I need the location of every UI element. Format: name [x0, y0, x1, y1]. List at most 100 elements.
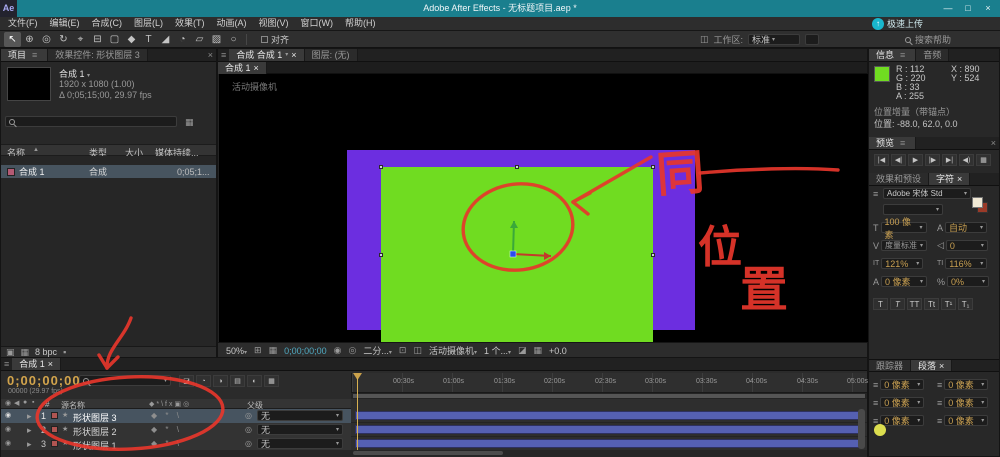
last-frame-button[interactable]: ▶|	[942, 154, 957, 166]
tsume-value[interactable]: 0%	[951, 277, 964, 287]
transparency-grid-icon[interactable]: ◫	[413, 345, 422, 356]
selection-handle[interactable]	[379, 253, 383, 257]
time-ruler[interactable]: 00:30s 01:00s 01:30s 02:00s 02:30s 03:00…	[351, 373, 867, 393]
kerning-control[interactable]: V 度量标准▾	[873, 240, 927, 251]
new-comp-icon[interactable]: ▦	[21, 347, 30, 358]
indent-right-control[interactable]: ≡ 0 像素▾	[937, 379, 988, 390]
font-style-select[interactable]: ▾	[883, 204, 943, 215]
parent-select[interactable]: 无 ▾	[257, 410, 343, 421]
tab-close-icon[interactable]: ×	[291, 49, 296, 61]
play-button[interactable]: ▶	[908, 154, 923, 166]
panel-menu-icon[interactable]: ≡	[218, 49, 229, 61]
snapshot-icon[interactable]: ◉	[334, 345, 342, 356]
snap-checkbox[interactable]	[261, 36, 268, 43]
project-search-input[interactable]	[5, 116, 177, 127]
new-folder-icon[interactable]: ▣	[6, 347, 15, 358]
puppet-pin-tool-icon[interactable]: ○	[225, 32, 242, 47]
project-row-comp1[interactable]: 合成 1 合成 0;05;1...	[1, 165, 216, 178]
character-menu-icon[interactable]: ≡	[873, 189, 878, 199]
text-tool-icon[interactable]: T	[140, 32, 157, 47]
tab-character[interactable]: 字符×	[929, 173, 970, 185]
comp-flowchart-icon[interactable]: ◪	[179, 375, 194, 387]
font-size-control[interactable]: T 100 像素▾	[873, 222, 927, 233]
faux-bold-button[interactable]: T	[873, 298, 888, 310]
orbit-camera-tool-icon[interactable]: ↻	[55, 32, 72, 47]
prev-frame-button[interactable]: ◀|	[891, 154, 906, 166]
minimize-button[interactable]: —	[938, 0, 958, 16]
selection-handle[interactable]	[651, 253, 655, 257]
small-caps-button[interactable]: Tt	[924, 298, 939, 310]
panel-close-icon[interactable]: ×	[988, 137, 999, 149]
parent-select[interactable]: 无 ▾	[257, 438, 343, 449]
track-camera-tool-icon[interactable]: ⌖	[72, 32, 89, 47]
layer-expand-icon[interactable]: ▸	[27, 439, 32, 450]
comp-name[interactable]: 合成 1	[59, 69, 85, 79]
subscript-button[interactable]: T₁	[958, 298, 973, 310]
brush-tool-icon[interactable]: ◢	[157, 32, 174, 47]
camera-select[interactable]: 活动摄像机▾	[429, 344, 477, 357]
panel-menu-icon[interactable]: ≡	[897, 49, 908, 61]
all-caps-button[interactable]: TT	[907, 298, 922, 310]
work-area-range[interactable]	[353, 394, 865, 398]
pan-behind-tool-icon[interactable]: ⊟	[89, 32, 106, 47]
tab-close-icon[interactable]: ×	[939, 360, 944, 372]
selection-handle[interactable]	[515, 165, 519, 169]
menu-effect[interactable]: 效果(T)	[169, 17, 211, 30]
pixel-aspect-icon[interactable]: ◪	[518, 345, 527, 356]
selection-tool-icon[interactable]: ↖	[4, 32, 21, 47]
playhead-line[interactable]	[357, 378, 358, 450]
tab-project[interactable]: 项目 ≡	[1, 49, 48, 61]
view-layout-select[interactable]: 1 个...▾	[484, 344, 511, 357]
tab-layer-viewer[interactable]: 图层: (无)	[305, 49, 358, 61]
menu-view[interactable]: 视图(V)	[253, 17, 295, 30]
tab-effect-controls[interactable]: 效果控件: 形状图层 3	[48, 49, 148, 61]
panel-menu-icon[interactable]: ≡	[897, 137, 908, 149]
tab-close-icon[interactable]: ×	[48, 358, 53, 370]
zoom-control[interactable]: 50%▾	[226, 346, 247, 356]
panel-menu-icon[interactable]: ≡	[29, 49, 40, 61]
workspace-extra-button[interactable]	[805, 34, 819, 45]
pen-tool-icon[interactable]: ◆	[123, 32, 140, 47]
panel-close-icon[interactable]: ×	[205, 49, 216, 61]
tab-timeline-comp1[interactable]: 合成 1 ×	[12, 358, 61, 370]
layer-visibility-toggle[interactable]: ◉	[5, 439, 11, 447]
clone-stamp-tool-icon[interactable]: ◔	[174, 32, 191, 47]
graph-editor-icon[interactable]: ▦	[264, 375, 279, 387]
baseline-shift-value[interactable]: 0 像素	[885, 275, 911, 288]
indent-left-control[interactable]: ≡ 0 像素▾	[873, 379, 924, 390]
menu-composition[interactable]: 合成(C)	[86, 17, 129, 30]
paragraph-extra-value[interactable]: 0 像素	[948, 414, 974, 427]
vertical-scale-control[interactable]: IT 121%▾	[873, 258, 923, 269]
workspace-select[interactable]: 标准 ▾	[748, 34, 800, 45]
zoom-tool-icon[interactable]: ◎	[38, 32, 55, 47]
layer-duration-bar[interactable]	[355, 425, 863, 434]
tab-preview[interactable]: 预览≡	[869, 137, 916, 149]
fill-color-swatch[interactable]	[972, 197, 983, 208]
layer-color-chip[interactable]	[51, 426, 58, 433]
faux-italic-button[interactable]: T	[890, 298, 905, 310]
close-button[interactable]: ×	[978, 0, 998, 16]
comp-thumbnail[interactable]	[7, 67, 51, 101]
tracking-value[interactable]: 0	[950, 241, 955, 251]
layer-color-chip[interactable]	[51, 440, 58, 447]
parent-select[interactable]: 无 ▾	[257, 424, 343, 435]
maximize-button[interactable]: □	[958, 0, 978, 16]
layer-visibility-toggle[interactable]: ◉	[5, 411, 11, 419]
hand-tool-icon[interactable]: ⊕	[21, 32, 38, 47]
leading-value[interactable]: 自动	[949, 221, 967, 234]
menu-layer[interactable]: 图层(L)	[128, 17, 169, 30]
trash-icon[interactable]: ▪	[63, 347, 66, 357]
layer-row-2[interactable]: ◉ ▸ 2 ★ 形状图层 2 ◆ * \ ◎ 无 ▾	[1, 423, 867, 437]
upload-button[interactable]: ↑ 极速上传	[872, 16, 923, 31]
paragraph-extra-control[interactable]: ≡ 0 像素▾	[937, 415, 988, 426]
space-after-control[interactable]: ≡ 0 像素▾	[937, 397, 988, 408]
viewer-minitab-comp1[interactable]: 合成 1 ×	[218, 62, 267, 74]
vertical-scrollbar[interactable]	[858, 409, 865, 449]
eraser-tool-icon[interactable]: ▱	[191, 32, 208, 47]
layer-color-chip[interactable]	[51, 412, 58, 419]
layer-duration-bar[interactable]	[355, 439, 863, 448]
layer-expand-icon[interactable]: ▸	[27, 425, 32, 436]
tracking-control[interactable]: ◁ 0▾	[937, 240, 988, 251]
layer-expand-icon[interactable]: ▸	[27, 411, 32, 422]
layer-switches[interactable]: ◆ * \	[151, 439, 182, 448]
